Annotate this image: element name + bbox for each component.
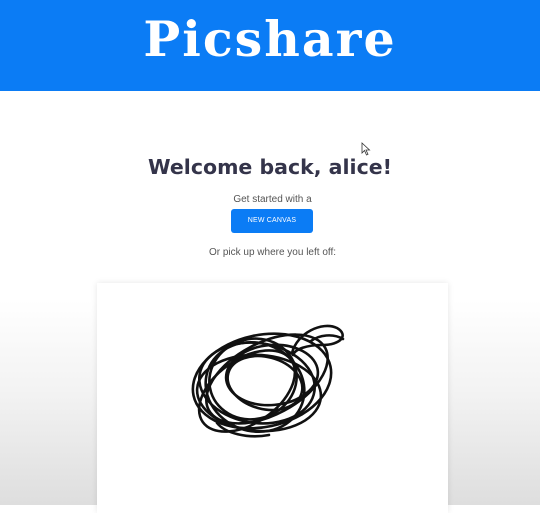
new-canvas-button[interactable]: NEW CANVAS: [231, 209, 313, 233]
app-header: Picshare: [0, 0, 540, 91]
canvas-thumbnail-scribble: [191, 324, 345, 438]
welcome-heading: Welcome back, alice!: [148, 155, 392, 179]
recent-canvas-card[interactable]: [97, 283, 448, 513]
app-logo[interactable]: Picshare: [0, 6, 540, 72]
pick-up-text: Or pick up where you left off:: [208, 247, 337, 258]
get-started-text: Get started with a: [233, 194, 312, 205]
